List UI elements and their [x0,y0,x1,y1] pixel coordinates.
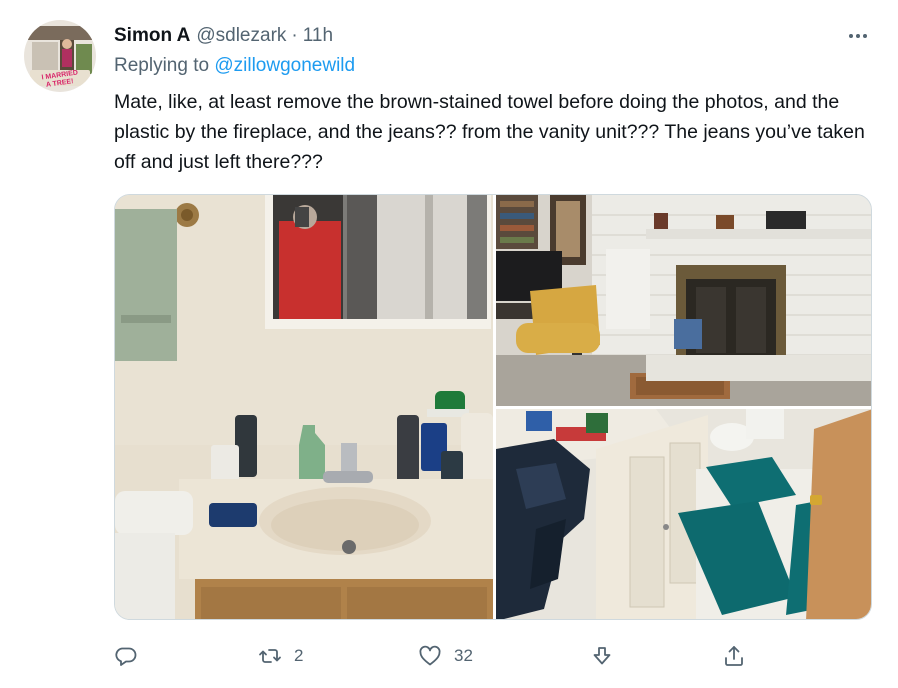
avatar[interactable]: I MARRIED A TREE! [24,20,96,92]
reply-button[interactable] [114,638,150,674]
replying-to-label: Replying to [114,55,210,76]
replying-to-line: Replying to @zillowgonewild [114,55,355,77]
bathroom-jeans-photo[interactable] [496,409,871,619]
more-horizontal-icon [849,34,867,38]
author-name[interactable]: Simon A [114,25,190,47]
separator-dot: · [291,25,298,46]
living-room-fireplace-photo[interactable] [496,195,871,406]
tweet-text: Mate, like, at least remove the brown-st… [114,91,865,173]
replying-to-mention[interactable]: @zillowgonewild [214,55,355,76]
tweet-actions: 2 32 [114,638,874,674]
share-button[interactable] [722,638,746,674]
reply-icon [115,647,137,666]
like-button[interactable]: 32 [418,638,473,674]
tweet-header: Simon A @sdlezark · 11h [114,22,333,50]
retweet-button[interactable]: 2 [258,638,303,674]
more-options-button[interactable] [838,22,878,50]
avatar-image: I MARRIED A TREE! [24,20,96,92]
media-grid [114,194,872,620]
author-handle[interactable]: @sdlezark [196,25,286,47]
bathroom-vanity-photo[interactable] [115,195,493,619]
retweet-icon [259,649,281,663]
retweet-count: 2 [294,646,304,665]
downvote-button[interactable] [590,638,614,674]
like-count: 32 [454,646,473,665]
heart-icon [419,645,441,666]
share-icon [725,646,743,666]
tweet-timestamp[interactable]: 11h [303,25,333,47]
arrow-down-icon [593,647,611,665]
